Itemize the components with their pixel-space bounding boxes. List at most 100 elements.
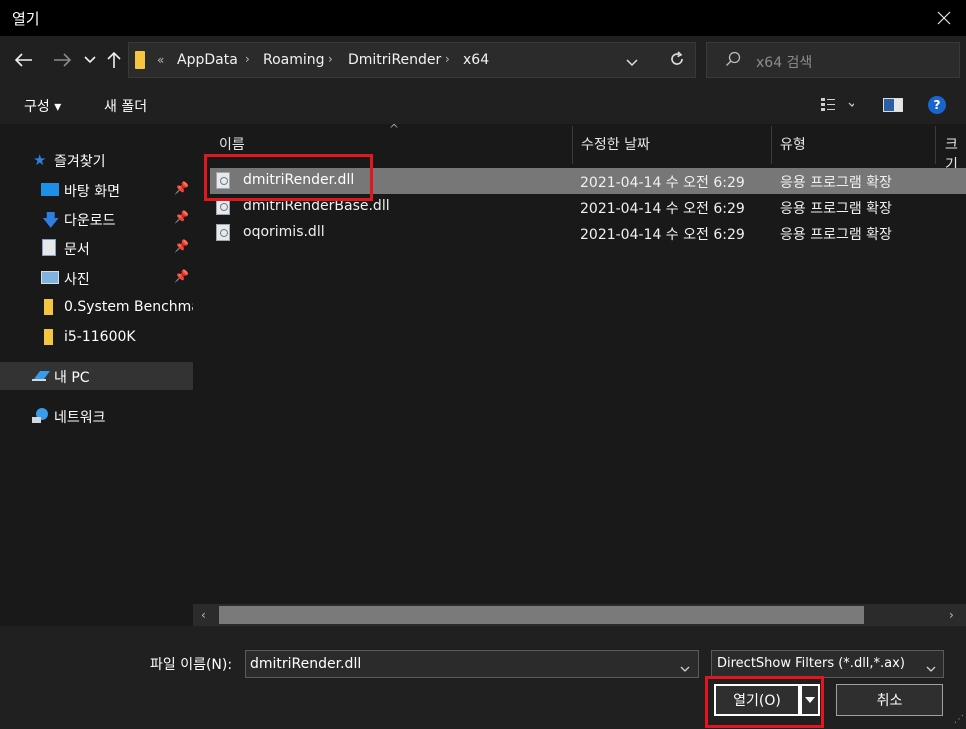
file-type-filter-select[interactable]: DirectShow Filters (*.dll,*.ax) (711, 650, 944, 678)
highlight-box (204, 154, 373, 201)
filename-label: 파일 이름(N): (150, 657, 233, 673)
sidebar-item-i5-11600k[interactable]: i5-11600K (0, 324, 193, 352)
preview-pane-button[interactable] (883, 98, 903, 112)
file-type: 응용 프로그램 확장 (780, 175, 892, 191)
sidebar-item-label: 다운로드 (64, 213, 116, 229)
chevron-right-icon[interactable]: › (328, 52, 333, 66)
dialog-footer: 파일 이름(N): dmitriRender.dll DirectShow Fi… (0, 626, 966, 729)
help-button[interactable]: ? (928, 96, 946, 114)
column-header-name[interactable]: 이름 (219, 134, 245, 154)
dll-file-icon (216, 224, 230, 241)
arrow-left-icon (15, 53, 32, 67)
new-folder-button[interactable]: 새 폴더 (104, 96, 147, 116)
file-name: oqorimis.dll (243, 224, 325, 240)
recent-locations-button[interactable] (78, 48, 102, 72)
filename-history-button[interactable] (680, 660, 690, 676)
file-date: 2021-04-14 수 오전 6:29 (580, 227, 745, 243)
chevron-right-icon[interactable]: › (445, 52, 450, 66)
help-icon: ? (933, 98, 941, 112)
title-bar: 열기 (0, 0, 966, 36)
filename-input[interactable]: dmitriRender.dll (245, 650, 699, 678)
pin-icon: 📌 (174, 181, 189, 195)
filter-dropdown-button[interactable] (926, 660, 936, 676)
sort-ascending-icon: ^ (389, 124, 400, 136)
folder-icon (135, 51, 145, 69)
sidebar-item-label: 문서 (64, 242, 90, 258)
breadcrumb-item-dmitrirender[interactable]: DmitriRender (348, 52, 441, 68)
search-placeholder[interactable]: x64 검색 (756, 52, 812, 72)
file-type: 응용 프로그램 확장 (780, 201, 892, 217)
arrow-right-icon (54, 53, 71, 67)
breadcrumb-item-roaming[interactable]: Roaming (263, 52, 325, 68)
address-dropdown-button[interactable] (626, 55, 638, 71)
organize-button[interactable]: 구성 ▾ (24, 96, 61, 116)
close-icon (937, 11, 951, 25)
chevron-down-icon (626, 59, 638, 67)
forward-button[interactable] (50, 48, 74, 72)
preview-pane-icon (883, 98, 903, 112)
details-view-icon (821, 98, 856, 111)
column-divider[interactable] (771, 126, 772, 164)
table-row[interactable]: oqorimis.dll 2021-04-14 수 오전 6:29 응용 프로그… (210, 220, 966, 246)
navigation-pane: ★ 즐겨찾기 바탕 화면 📌 🡇 다운로드 📌 문서 📌 사진 📌 0.Syst… (0, 124, 193, 626)
toolbar: 구성 ▾ 새 폴더 ? (0, 88, 966, 124)
sidebar-item-label: 즐겨찾기 (54, 154, 106, 170)
sidebar-item-system-benchmark[interactable]: 0.System Benchmark (0, 294, 193, 322)
sidebar-item-downloads[interactable]: 🡇 다운로드 📌 (0, 205, 193, 233)
sidebar-item-desktop[interactable]: 바탕 화면 📌 (0, 176, 193, 204)
filename-value[interactable]: dmitriRender.dll (250, 656, 361, 672)
column-divider[interactable] (935, 126, 936, 164)
sidebar-item-label: 0.System Benchmark (64, 299, 193, 315)
sidebar-item-network[interactable]: 네트워크 (0, 402, 193, 430)
desktop-icon (41, 183, 59, 196)
column-divider[interactable] (572, 126, 573, 164)
sidebar-item-label: i5-11600K (64, 329, 136, 345)
file-type: 응용 프로그램 확장 (780, 227, 892, 243)
cancel-button-label: 취소 (876, 693, 903, 709)
pin-icon: 📌 (174, 269, 189, 283)
pin-icon: 📌 (174, 239, 189, 253)
folder-icon (44, 329, 53, 345)
pin-icon: 📌 (174, 210, 189, 224)
sidebar-item-quick-access[interactable]: ★ 즐겨찾기 (0, 146, 193, 174)
sidebar-item-pictures[interactable]: 사진 📌 (0, 264, 193, 292)
document-icon (42, 239, 56, 256)
sidebar-item-documents[interactable]: 문서 📌 (0, 234, 193, 262)
address-bar[interactable]: « AppData › Roaming › DmitriRender › x64 (128, 42, 696, 78)
refresh-icon (671, 51, 683, 65)
back-button[interactable] (12, 48, 36, 72)
scrollbar-thumb[interactable] (219, 606, 864, 624)
folder-icon (44, 299, 53, 315)
download-icon: 🡇 (42, 211, 60, 231)
up-button[interactable] (102, 48, 126, 72)
column-header-date[interactable]: 수정한 날짜 (581, 134, 650, 154)
column-header-type[interactable]: 유형 (780, 134, 806, 154)
sidebar-item-this-pc[interactable]: 내 PC (0, 362, 193, 390)
breadcrumb-overflow[interactable]: « (157, 53, 164, 67)
file-type-filter-value[interactable]: DirectShow Filters (*.dll,*.ax) (717, 656, 905, 671)
sidebar-item-label: 바탕 화면 (64, 184, 120, 200)
search-box[interactable]: x64 검색 (706, 42, 960, 78)
breadcrumb-item-x64[interactable]: x64 (463, 52, 489, 68)
close-button[interactable] (922, 0, 966, 36)
breadcrumb-item-appdata[interactable]: AppData (177, 52, 238, 68)
chevron-down-icon (926, 666, 936, 672)
horizontal-scrollbar[interactable]: ‹ › (193, 604, 966, 626)
scroll-right-arrow-icon[interactable]: › (949, 608, 954, 622)
chevron-right-icon[interactable]: › (245, 52, 250, 66)
arrow-up-icon (107, 51, 121, 68)
picture-icon (41, 271, 59, 284)
view-options-button[interactable] (820, 96, 856, 118)
file-date: 2021-04-14 수 오전 6:29 (580, 201, 745, 217)
sidebar-item-label: 내 PC (54, 370, 90, 386)
computer-icon (32, 368, 52, 382)
cancel-button[interactable]: 취소 (836, 684, 943, 716)
refresh-button[interactable] (669, 51, 685, 71)
resize-grip-icon[interactable]: ⋰ (954, 714, 964, 725)
sidebar-item-label: 네트워크 (54, 410, 106, 426)
chevron-down-icon (84, 56, 96, 64)
network-icon (32, 407, 50, 425)
scroll-left-arrow-icon[interactable]: ‹ (201, 608, 206, 622)
file-date: 2021-04-14 수 오전 6:29 (580, 175, 745, 191)
window-title: 열기 (12, 10, 40, 28)
